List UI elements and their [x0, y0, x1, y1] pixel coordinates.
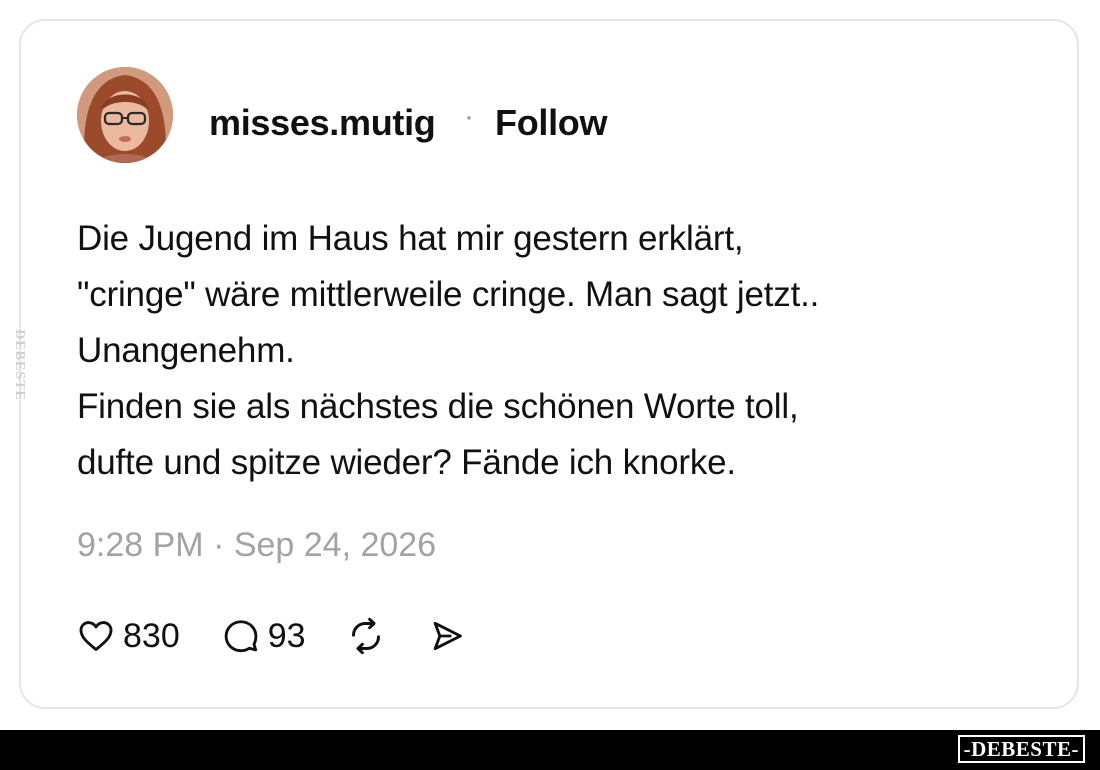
replies-count: 93 — [267, 616, 306, 655]
like-button[interactable]: 830 — [77, 617, 180, 656]
avatar[interactable] — [77, 67, 173, 163]
footer-bar: -DEBESTE- — [0, 730, 1100, 770]
reply-icon — [222, 617, 260, 655]
separator-dot: · — [464, 100, 474, 133]
likes-count: 830 — [123, 616, 180, 655]
post-text-line: Finden sie als nächstes die schönen Wort… — [77, 387, 799, 426]
share-icon — [428, 617, 466, 655]
follow-button[interactable]: Follow — [495, 102, 607, 144]
side-watermark-text: DEBESTE — [12, 329, 27, 401]
avatar-image — [77, 67, 173, 163]
reply-button[interactable]: 93 — [222, 617, 306, 656]
side-watermark: DEBESTE — [4, 318, 34, 412]
action-bar: 830 93 — [77, 611, 466, 661]
post-text-line: Die Jugend im Haus hat mir gestern erklä… — [77, 219, 744, 258]
repost-icon — [346, 616, 386, 656]
debeste-logo: -DEBESTE- — [957, 735, 1085, 763]
post-text-line: dufte und spitze wieder? Fände ich knork… — [77, 443, 736, 482]
post-card: misses.mutig · Follow Die Jugend im Haus… — [19, 19, 1079, 709]
post-text-line: "cringe" wäre mittlerweile cringe. Man s… — [77, 275, 820, 314]
post-text-line: Unangenehm. — [77, 331, 295, 370]
username[interactable]: misses.mutig — [209, 102, 436, 144]
repost-button[interactable] — [346, 616, 386, 656]
share-button[interactable] — [428, 617, 466, 655]
post-text: Die Jugend im Haus hat mir gestern erklä… — [77, 211, 1037, 491]
heart-icon — [77, 617, 115, 655]
post-timestamp: 9:28 PM · Sep 24, 2026 — [77, 526, 437, 564]
